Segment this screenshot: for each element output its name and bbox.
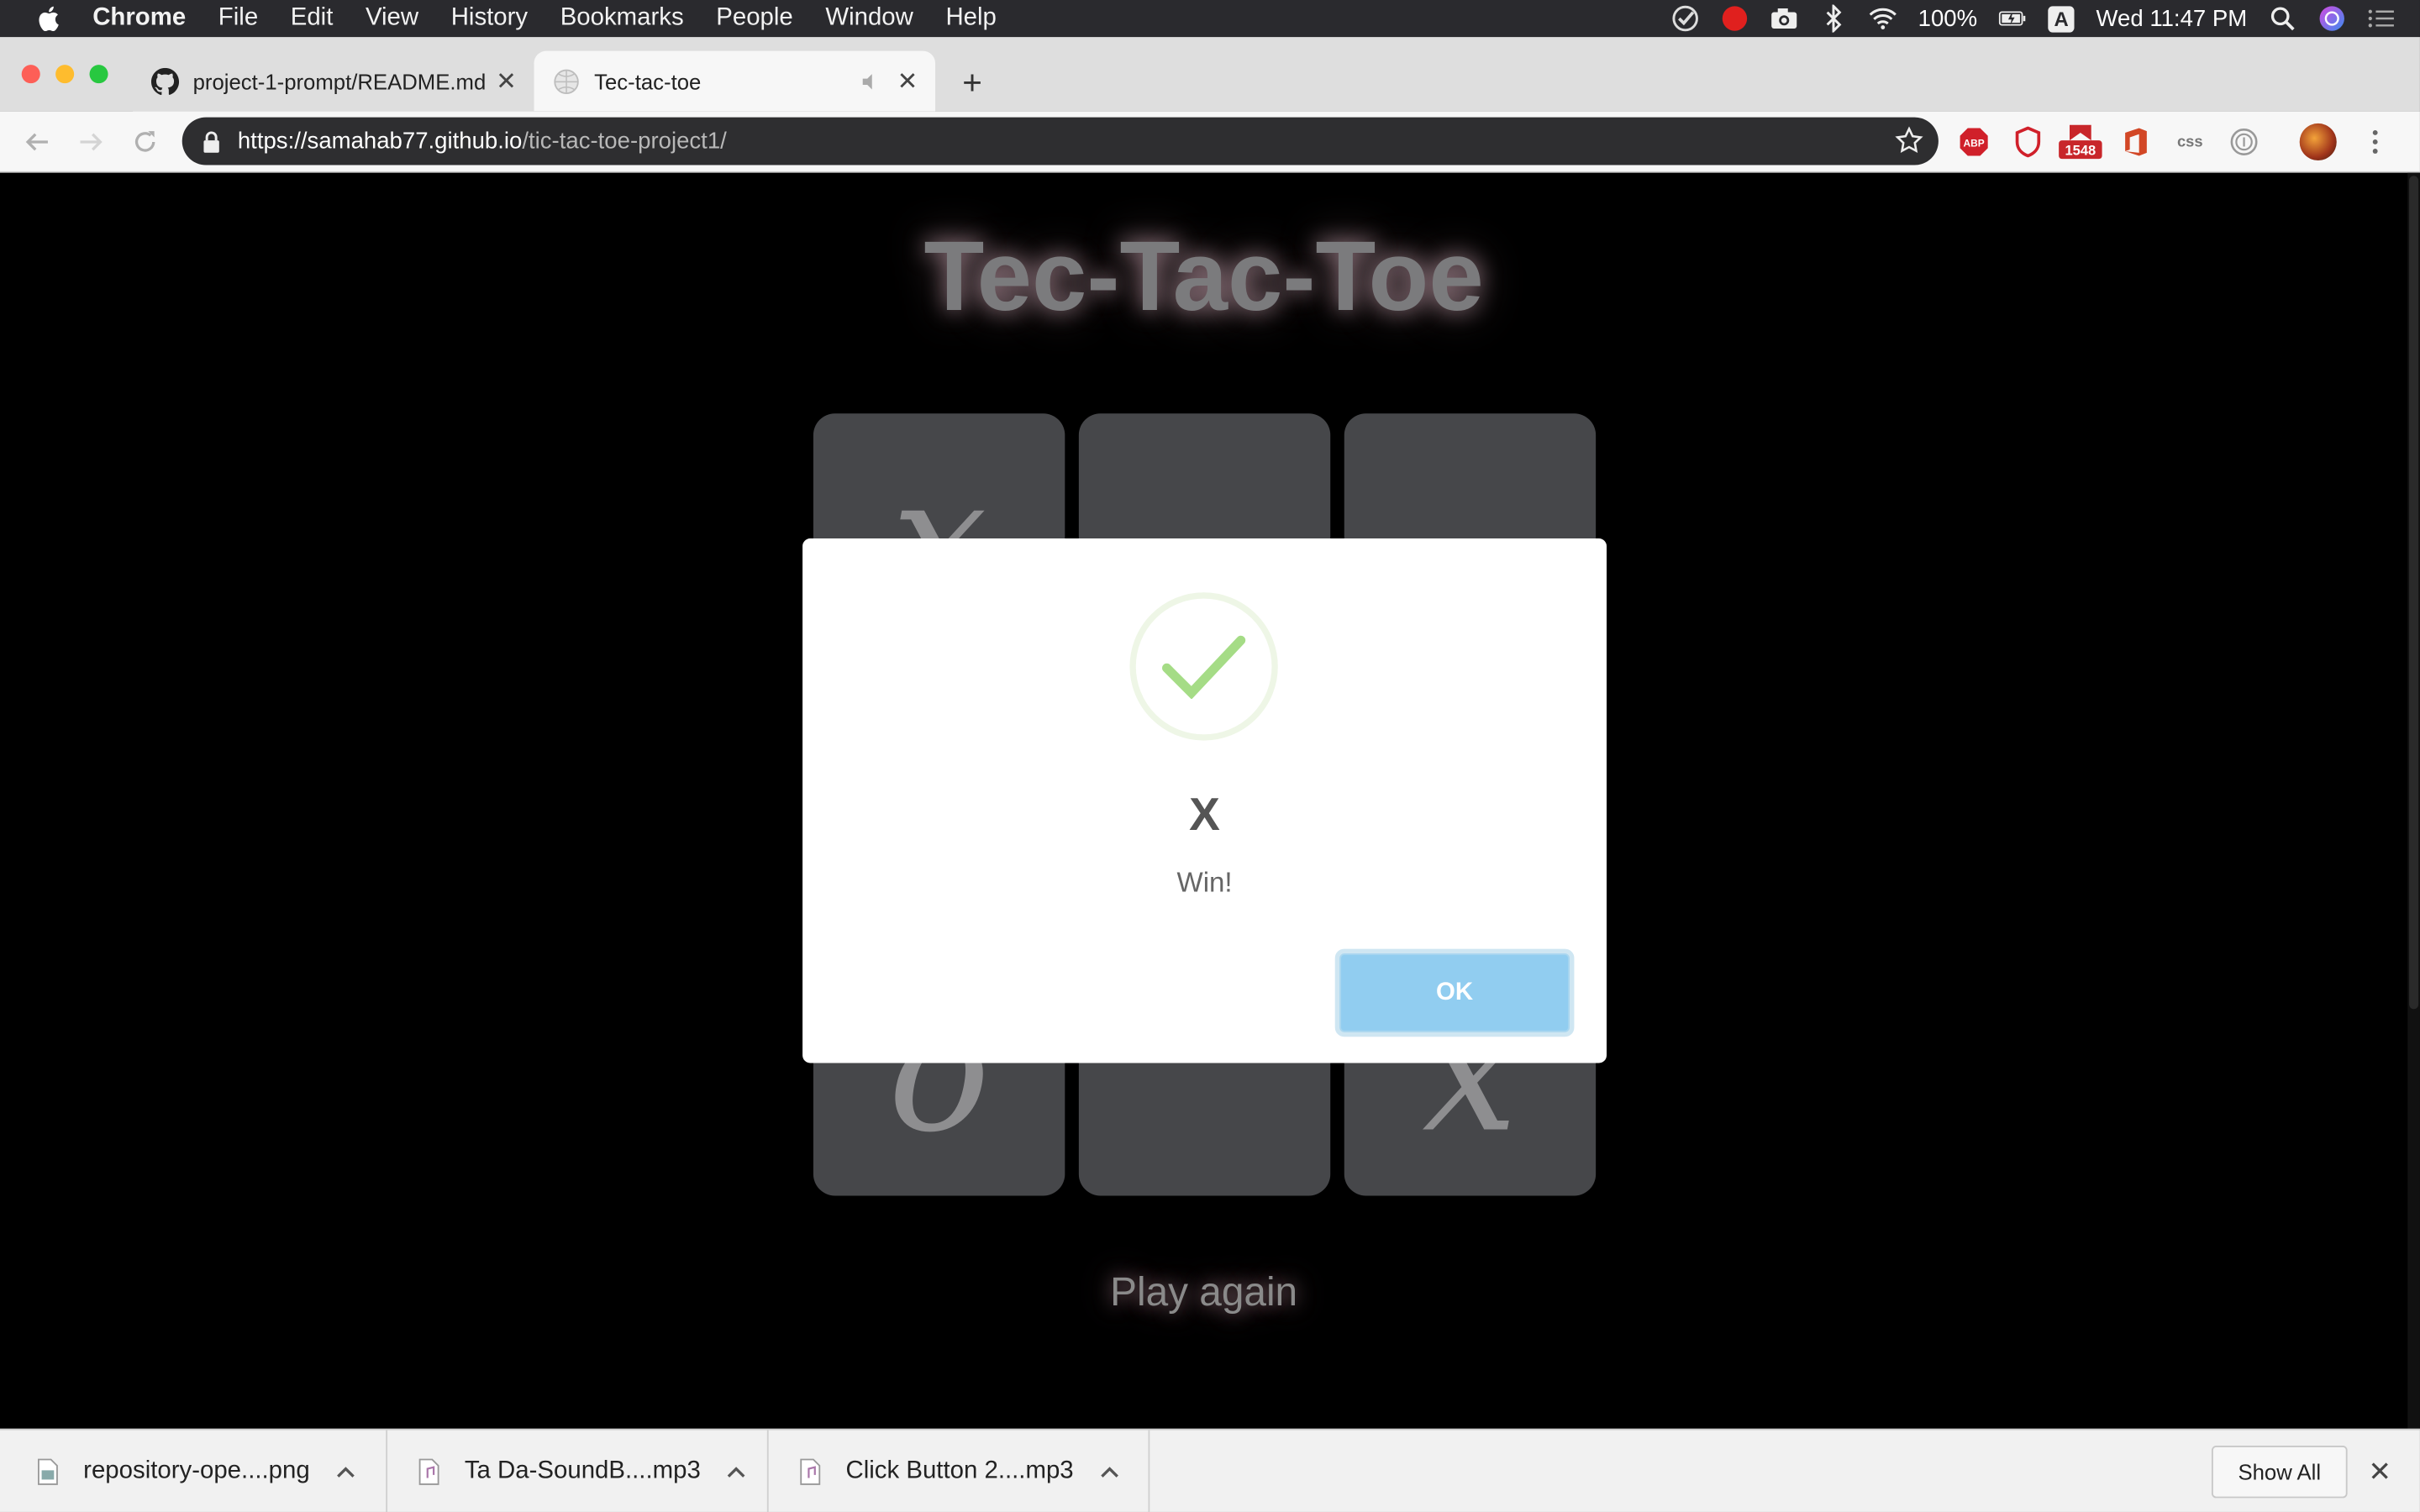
- window-minimize-button[interactable]: [55, 65, 75, 84]
- browser-tabstrip: project-1-prompt/README.md ✕ Tec-tac-toe…: [0, 37, 2420, 112]
- divider: [1148, 1430, 1150, 1512]
- divider: [386, 1430, 388, 1512]
- tab-title: project-1-prompt/README.md: [192, 68, 487, 94]
- download-item[interactable]: repository-ope....png: [37, 1431, 356, 1512]
- reload-icon[interactable]: [128, 125, 161, 159]
- spotlight-search-icon[interactable]: [2269, 5, 2296, 33]
- chevron-up-icon[interactable]: [1098, 1461, 1120, 1483]
- speaker-muted-icon[interactable]: [855, 66, 886, 97]
- download-filename: Click Button 2....mp3: [845, 1457, 1074, 1484]
- close-icon[interactable]: ✕: [2365, 1456, 2396, 1488]
- download-shelf: repository-ope....png Ta Da-SoundB....mp…: [0, 1428, 2420, 1512]
- profile-avatar[interactable]: [2299, 123, 2337, 161]
- divider: [766, 1430, 769, 1512]
- menu-file[interactable]: File: [218, 5, 258, 33]
- gmail-checker-icon[interactable]: 1548: [2057, 124, 2103, 160]
- win-dialog: X Win! OK: [802, 538, 1607, 1063]
- record-icon[interactable]: [1721, 5, 1749, 33]
- show-all-button[interactable]: Show All: [2211, 1445, 2348, 1499]
- apple-icon[interactable]: [34, 5, 61, 33]
- chrome-menu-icon[interactable]: [2358, 125, 2391, 159]
- success-check-icon: [1162, 635, 1246, 700]
- screen: Chrome File Edit View History Bookmarks …: [0, 0, 2420, 1512]
- css-extension-icon[interactable]: css: [2170, 125, 2210, 159]
- shield-icon[interactable]: [2011, 125, 2044, 159]
- browser-toolbar: https://samahab77.github.io/tic-tac-toe-…: [0, 111, 2420, 173]
- fingerprint-icon[interactable]: [2227, 125, 2260, 159]
- menu-app-chrome[interactable]: Chrome: [92, 5, 186, 33]
- lock-icon[interactable]: [201, 130, 223, 152]
- camera-icon[interactable]: [1770, 5, 1797, 33]
- menubar-clock[interactable]: Wed 11:47 PM: [2096, 5, 2248, 31]
- window-close-button[interactable]: [21, 65, 40, 84]
- download-filename: Ta Da-SoundB....mp3: [464, 1457, 701, 1484]
- office-icon[interactable]: [2119, 125, 2153, 159]
- dialog-title: X: [1189, 790, 1220, 842]
- siri-icon[interactable]: [2318, 5, 2346, 33]
- svg-text:ABP: ABP: [1964, 137, 1985, 149]
- game-title: Tec-Tac-Toe: [923, 220, 1484, 332]
- menu-help[interactable]: Help: [945, 5, 996, 33]
- menubar-status-area: 100% A Wed 11:47 PM: [1671, 0, 2396, 37]
- macos-menubar: Chrome File Edit View History Bookmarks …: [0, 0, 2420, 38]
- back-arrow-icon[interactable]: [20, 125, 54, 159]
- battery-percent: 100%: [1918, 5, 1978, 32]
- menu-bookmarks[interactable]: Bookmarks: [560, 5, 684, 33]
- adblock-plus-icon[interactable]: ABP: [1957, 125, 1991, 159]
- url-path: /tic-tac-toe-project1/: [522, 128, 727, 155]
- dialog-text: Win!: [1176, 867, 1233, 898]
- url-text[interactable]: https://samahab77.github.io/tic-tac-toe-…: [238, 128, 727, 154]
- audio-file-icon: [418, 1458, 439, 1485]
- battery-charging-icon[interactable]: [1999, 5, 2027, 33]
- address-bar[interactable]: https://samahab77.github.io/tic-tac-toe-…: [182, 117, 1939, 165]
- new-tab-button[interactable]: +: [950, 61, 993, 104]
- tab-readme[interactable]: project-1-prompt/README.md ✕: [132, 50, 534, 112]
- bookmark-star-icon[interactable]: [1895, 126, 1923, 155]
- file-icon: [37, 1458, 58, 1485]
- globe-icon: [554, 68, 579, 94]
- download-item[interactable]: Ta Da-SoundB....mp3: [418, 1431, 747, 1512]
- play-again-button[interactable]: Play again: [0, 1268, 2407, 1316]
- menu-people[interactable]: People: [716, 5, 793, 33]
- chevron-up-icon[interactable]: [334, 1461, 356, 1483]
- checkmark-circle-icon[interactable]: [1671, 5, 1699, 33]
- bluetooth-icon[interactable]: [1819, 4, 1847, 33]
- input-source-icon[interactable]: A: [2048, 5, 2075, 32]
- download-filename: repository-ope....png: [83, 1457, 310, 1484]
- github-icon: [150, 66, 180, 95]
- url-host: https://samahab77.github.io: [237, 128, 523, 155]
- tab-close-icon[interactable]: ✕: [892, 66, 923, 97]
- ok-button[interactable]: OK: [1334, 948, 1575, 1037]
- tab-tec-tac-toe[interactable]: Tec-tac-toe ✕: [534, 50, 936, 112]
- window-zoom-button[interactable]: [89, 65, 108, 84]
- scrollbar-thumb[interactable]: [2409, 176, 2419, 1010]
- svg-text:1548: 1548: [2065, 143, 2096, 159]
- forward-arrow-icon[interactable]: [74, 125, 108, 159]
- chevron-up-icon[interactable]: [725, 1461, 747, 1483]
- audio-file-icon: [800, 1458, 821, 1485]
- tab-close-icon[interactable]: ✕: [491, 66, 522, 97]
- page-scrollbar[interactable]: [2407, 172, 2420, 1429]
- wifi-icon[interactable]: [1869, 5, 1897, 33]
- menu-view[interactable]: View: [366, 5, 418, 33]
- tab-title: Tec-tac-toe: [594, 68, 702, 94]
- download-item[interactable]: Click Button 2....mp3: [799, 1431, 1119, 1512]
- notification-center-icon[interactable]: [2367, 5, 2395, 33]
- menu-edit[interactable]: Edit: [291, 5, 334, 33]
- menu-window[interactable]: Window: [825, 5, 913, 33]
- menu-history[interactable]: History: [451, 5, 528, 33]
